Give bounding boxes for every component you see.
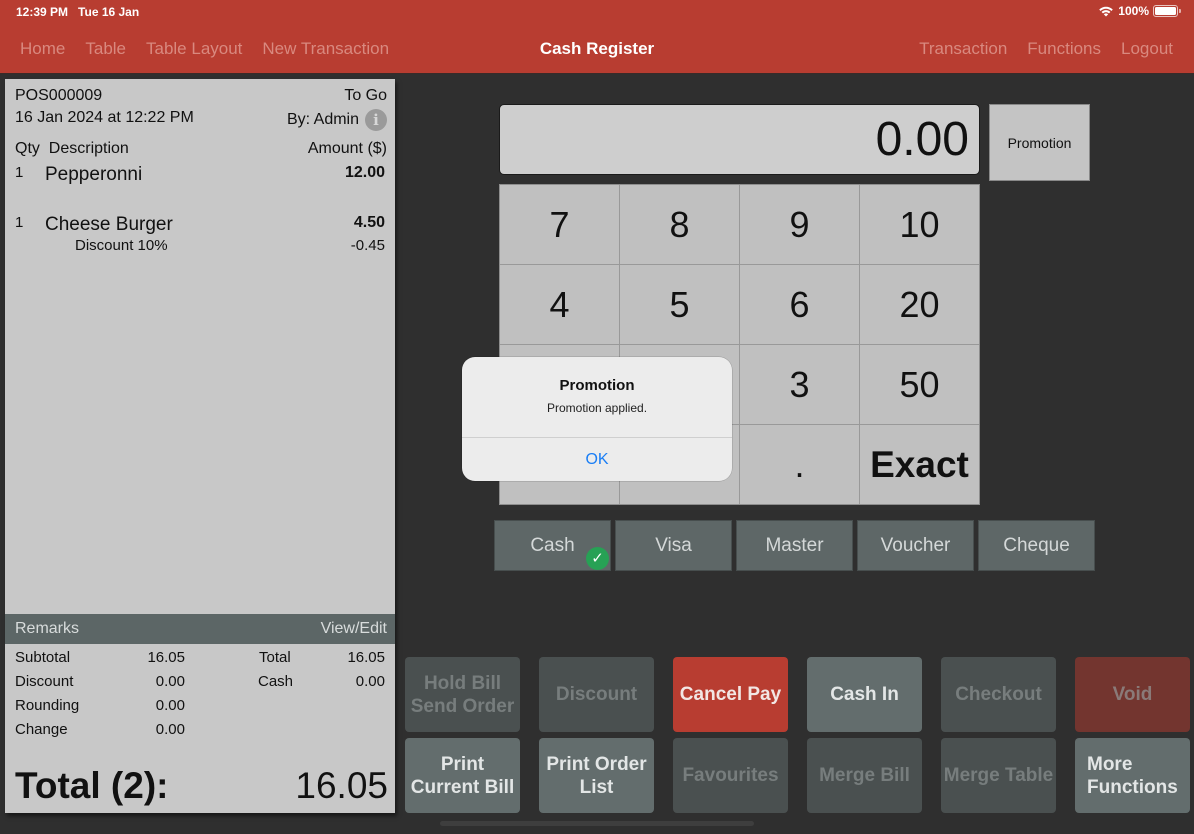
- item-qty: 1: [15, 164, 24, 181]
- nav-right: Transaction Functions Logout: [919, 39, 1173, 59]
- item-amount: 4.50: [353, 214, 385, 231]
- battery-icon: [1153, 5, 1181, 17]
- hold-bill-send-order-button[interactable]: Hold Bill Send Order: [405, 657, 520, 732]
- rounding-value: 0.00: [155, 697, 185, 714]
- change-label: Change: [15, 721, 68, 738]
- home-indicator[interactable]: [440, 821, 754, 826]
- nav-home[interactable]: Home: [20, 39, 65, 59]
- alert-title: Promotion: [559, 377, 635, 394]
- key-3[interactable]: 3: [740, 345, 859, 424]
- cash-label: Cash: [258, 673, 294, 690]
- info-icon[interactable]: i: [365, 109, 387, 131]
- col-amount: Amount ($): [307, 140, 387, 157]
- print-order-list-button[interactable]: Print Order List: [539, 738, 654, 813]
- order-datetime: 16 Jan 2024 at 12:22 PM: [15, 109, 194, 126]
- grand-total-value: 16.05: [295, 765, 388, 806]
- status-bar-right: 100%: [1098, 4, 1181, 18]
- nav-new-transaction[interactable]: New Transaction: [262, 39, 389, 59]
- nav-functions[interactable]: Functions: [1027, 39, 1101, 59]
- rounding-label: Rounding: [15, 697, 80, 714]
- remarks-bar: Remarks View/Edit: [5, 614, 395, 644]
- key-8[interactable]: 8: [620, 185, 739, 264]
- order-type: To Go: [344, 87, 387, 104]
- key-6[interactable]: 6: [740, 265, 859, 344]
- grand-total-label: Total (2):: [15, 765, 169, 806]
- order-number: POS000009: [15, 87, 103, 104]
- cash-value: 0.00: [355, 673, 385, 690]
- key-exact[interactable]: Exact: [860, 425, 979, 504]
- order-by-label: By: Admin: [286, 111, 359, 129]
- pay-method-cash[interactable]: Cash ✓: [494, 520, 611, 571]
- pay-method-label: Cheque: [1003, 534, 1070, 556]
- amount-display[interactable]: 0.00: [499, 104, 980, 175]
- key-9[interactable]: 9: [740, 185, 859, 264]
- app-header: 12:39 PM Tue 16 Jan 100% Home Table Tabl…: [0, 0, 1194, 74]
- pay-method-label: Cash: [530, 534, 575, 556]
- receipt-item[interactable]: 1 Cheese Burger 4.50 Discount 10% -0.45: [15, 214, 385, 256]
- checkout-button[interactable]: Checkout: [941, 657, 1056, 732]
- merge-bill-button[interactable]: Merge Bill: [807, 738, 922, 813]
- nav-logout[interactable]: Logout: [1121, 39, 1173, 59]
- pay-method-visa[interactable]: Visa: [615, 520, 732, 571]
- discount-value: 0.00: [155, 673, 185, 690]
- pay-method-voucher[interactable]: Voucher: [857, 520, 974, 571]
- void-button[interactable]: Void: [1075, 657, 1190, 732]
- key-5[interactable]: 5: [620, 265, 739, 344]
- nav-transaction[interactable]: Transaction: [919, 39, 1007, 59]
- receipt-panel: POS000009 To Go 16 Jan 2024 at 12:22 PM …: [5, 79, 395, 813]
- status-time: 12:39 PM: [16, 5, 69, 19]
- remarks-label: Remarks: [15, 620, 80, 637]
- battery-percent: 100%: [1118, 4, 1149, 18]
- total-value: 16.05: [347, 649, 385, 666]
- order-by: By: Admin i: [287, 109, 387, 131]
- page-title: Cash Register: [539, 39, 655, 58]
- pay-method-label: Master: [765, 534, 824, 556]
- subtotal-value: 16.05: [147, 649, 185, 666]
- item-name: Pepperonni: [45, 164, 143, 185]
- print-current-bill-button[interactable]: Print Current Bill: [405, 738, 520, 813]
- nav-table[interactable]: Table: [85, 39, 126, 59]
- grand-total: Total (2): 16.05: [15, 765, 388, 807]
- cash-in-button[interactable]: Cash In: [807, 657, 922, 732]
- remarks-view-edit-link[interactable]: View/Edit: [321, 620, 387, 638]
- checkmark-icon: ✓: [586, 547, 609, 570]
- key-4[interactable]: 4: [500, 265, 619, 344]
- status-date: Tue 16 Jan: [78, 5, 140, 19]
- item-name: Cheese Burger: [45, 214, 173, 235]
- alert-message: Promotion applied.: [546, 401, 648, 415]
- item-discount-label: Discount 10%: [75, 237, 168, 254]
- key-10[interactable]: 10: [860, 185, 979, 264]
- status-bar-time: 12:39 PM Tue 16 Jan: [16, 5, 139, 19]
- item-discount-amount: -0.45: [350, 237, 385, 254]
- nav-table-layout[interactable]: Table Layout: [146, 39, 242, 59]
- pay-method-cheque[interactable]: Cheque: [978, 520, 1095, 571]
- column-header-left: Qty Description: [15, 140, 129, 158]
- promotion-button[interactable]: Promotion: [989, 104, 1090, 181]
- wifi-icon: [1099, 6, 1114, 17]
- discount-button[interactable]: Discount: [539, 657, 654, 732]
- payment-methods: Cash ✓ Visa Master Voucher Cheque: [494, 520, 1095, 571]
- key-decimal[interactable]: .: [740, 425, 859, 504]
- col-description: Description: [48, 140, 129, 157]
- change-value: 0.00: [155, 721, 185, 738]
- merge-table-button[interactable]: Merge Table: [941, 738, 1056, 813]
- key-50[interactable]: 50: [860, 345, 979, 424]
- favourites-button[interactable]: Favourites: [673, 738, 788, 813]
- cancel-pay-button[interactable]: Cancel Pay: [673, 657, 788, 732]
- nav-left: Home Table Table Layout New Transaction: [20, 39, 389, 59]
- key-7[interactable]: 7: [500, 185, 619, 264]
- pay-method-label: Visa: [655, 534, 692, 556]
- col-qty: Qty: [15, 140, 40, 157]
- item-qty: 1: [15, 214, 24, 231]
- more-functions-button[interactable]: More Functions: [1075, 738, 1190, 813]
- total-label: Total: [259, 649, 291, 666]
- pay-method-master[interactable]: Master: [736, 520, 853, 571]
- alert-ok-button[interactable]: OK: [462, 438, 732, 481]
- subtotal-label: Subtotal: [15, 649, 71, 666]
- item-amount: 12.00: [344, 164, 385, 181]
- promotion-alert-dialog: Promotion Promotion applied. OK: [462, 357, 732, 481]
- pay-method-label: Voucher: [880, 534, 951, 556]
- discount-label: Discount: [15, 673, 74, 690]
- key-20[interactable]: 20: [860, 265, 979, 344]
